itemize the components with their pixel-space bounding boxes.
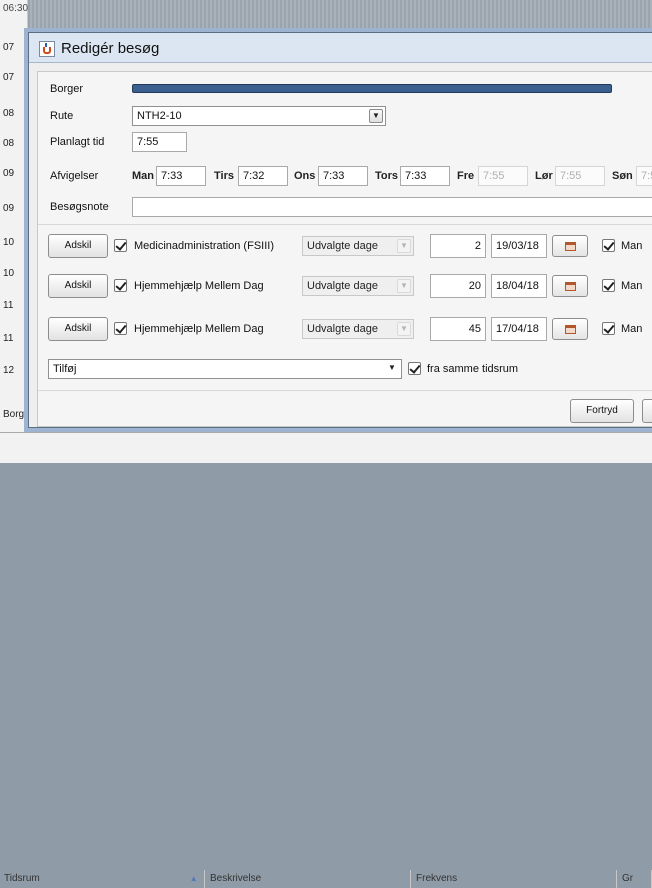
count-input[interactable]: 45 bbox=[430, 317, 486, 341]
day-checkbox-label: Man bbox=[621, 323, 643, 335]
time-label: 09 bbox=[3, 203, 15, 214]
task-name: Medicinadministration (FSIII) bbox=[134, 240, 274, 252]
time-label: 07 bbox=[3, 72, 15, 83]
background-table-header: Tidsrum ▲ Beskrivelse Frekvens Gr bbox=[0, 432, 652, 888]
besogsnote-input[interactable] bbox=[132, 197, 652, 217]
borger-label: Borger bbox=[50, 83, 84, 95]
separator bbox=[38, 224, 652, 225]
frequency-combo[interactable]: Udvalgte dage ▼ bbox=[302, 236, 414, 256]
dialog-title-bar[interactable]: Redigér besøg bbox=[29, 33, 652, 63]
rute-combo[interactable]: NTH2-10 ▼ bbox=[132, 106, 386, 126]
calendar-button[interactable] bbox=[552, 235, 588, 257]
deviation-input-lor[interactable]: 7:55 bbox=[555, 166, 605, 186]
day-label-ons: Ons bbox=[294, 170, 316, 182]
day-label-man: Man bbox=[132, 170, 154, 182]
besogsnote-label: Besøgsnote bbox=[50, 201, 109, 213]
day-label-tirs: Tirs bbox=[214, 170, 234, 182]
calendar-icon bbox=[565, 325, 576, 334]
date-input[interactable]: 19/03/18 bbox=[491, 234, 547, 258]
time-label: 12 bbox=[3, 365, 15, 376]
day-checkbox-label: Man bbox=[621, 280, 643, 292]
count-input[interactable]: 2 bbox=[430, 234, 486, 258]
sort-ascending-icon: ▲ bbox=[189, 874, 198, 883]
count-input[interactable]: 20 bbox=[430, 274, 486, 298]
column-header-beskrivelse[interactable]: Beskrivelse bbox=[206, 870, 411, 888]
day-label-fre: Fre bbox=[457, 170, 475, 182]
deviation-input-fre[interactable]: 7:55 bbox=[478, 166, 528, 186]
deviation-input-man[interactable]: 7:33 bbox=[156, 166, 206, 186]
ok-button-partial[interactable] bbox=[642, 399, 652, 423]
calendar-button[interactable] bbox=[552, 275, 588, 297]
time-label: 08 bbox=[3, 108, 15, 119]
column-header-label: Tidsrum bbox=[4, 873, 40, 884]
same-timespan-label: fra samme tidsrum bbox=[427, 363, 519, 375]
column-header-tidsrum[interactable]: Tidsrum ▲ bbox=[0, 870, 205, 888]
planlagt-tid-label: Planlagt tid bbox=[50, 136, 105, 148]
date-input[interactable]: 17/04/18 bbox=[491, 317, 547, 341]
time-label: 11 bbox=[3, 333, 14, 344]
time-label: 09 bbox=[3, 168, 15, 179]
chevron-down-icon: ▼ bbox=[397, 239, 411, 253]
time-label: 11 bbox=[3, 300, 14, 311]
edit-visit-dialog: Redigér besøg Borger Rute NTH2-10 ▼ Plan… bbox=[28, 32, 652, 428]
day-label-tors: Tors bbox=[375, 170, 399, 182]
same-timespan-checkbox[interactable] bbox=[408, 362, 421, 375]
frequency-combo[interactable]: Udvalgte dage ▼ bbox=[302, 319, 414, 339]
column-header-frekvens[interactable]: Frekvens bbox=[412, 870, 617, 888]
adskil-button[interactable]: Adskil bbox=[48, 317, 108, 341]
dialog-content: Borger Rute NTH2-10 ▼ Planlagt tid 7:55 … bbox=[37, 71, 652, 427]
date-input[interactable]: 18/04/18 bbox=[491, 274, 547, 298]
time-label: 10 bbox=[3, 268, 15, 279]
background-header bbox=[0, 0, 652, 30]
add-task-combo[interactable]: Tilføj ▼ bbox=[48, 359, 402, 379]
add-task-value: Tilføj bbox=[53, 363, 77, 375]
deviation-input-ons[interactable]: 7:33 bbox=[318, 166, 368, 186]
java-icon bbox=[39, 41, 55, 57]
calendar-icon bbox=[565, 282, 576, 291]
borger-field-redacted[interactable] bbox=[132, 84, 612, 93]
borger-field-extension bbox=[616, 80, 652, 98]
dialog-title: Redigér besøg bbox=[61, 40, 160, 57]
task-name: Hjemmehjælp Mellem Dag bbox=[134, 323, 264, 335]
frequency-combo[interactable]: Udvalgte dage ▼ bbox=[302, 276, 414, 296]
day-checkbox[interactable] bbox=[602, 239, 615, 252]
day-checkbox[interactable] bbox=[602, 279, 615, 292]
rute-label: Rute bbox=[50, 110, 74, 122]
separator bbox=[38, 390, 652, 391]
day-label-lor: Lør bbox=[535, 170, 553, 182]
column-header-gr[interactable]: Gr bbox=[618, 870, 652, 888]
frequency-value: Udvalgte dage bbox=[307, 323, 378, 335]
calendar-icon bbox=[565, 242, 576, 251]
day-label-son: Søn bbox=[612, 170, 633, 182]
deviation-input-tirs[interactable]: 7:32 bbox=[238, 166, 288, 186]
time-label: 07 bbox=[3, 42, 15, 53]
time-label: 08 bbox=[3, 138, 15, 149]
planlagt-tid-input[interactable]: 7:55 bbox=[132, 132, 187, 152]
deviation-input-son[interactable]: 7:5 bbox=[636, 166, 652, 186]
task-checkbox[interactable] bbox=[114, 322, 127, 335]
frequency-value: Udvalgte dage bbox=[307, 240, 378, 252]
cancel-button[interactable]: Fortryd bbox=[570, 399, 634, 423]
calendar-button[interactable] bbox=[552, 318, 588, 340]
deviation-input-tors[interactable]: 7:33 bbox=[400, 166, 450, 186]
background-time-column: 06:30 07 07 08 08 09 09 10 10 11 11 12 B… bbox=[0, 0, 28, 463]
afvigelser-label: Afvigelser bbox=[50, 170, 99, 182]
task-checkbox[interactable] bbox=[114, 239, 127, 252]
chevron-down-icon: ▼ bbox=[369, 109, 383, 123]
adskil-button[interactable]: Adskil bbox=[48, 274, 108, 298]
time-label: Borg bbox=[3, 409, 25, 420]
task-name: Hjemmehjælp Mellem Dag bbox=[134, 280, 264, 292]
day-checkbox[interactable] bbox=[602, 322, 615, 335]
adskil-button[interactable]: Adskil bbox=[48, 234, 108, 258]
chevron-down-icon: ▼ bbox=[397, 322, 411, 336]
task-checkbox[interactable] bbox=[114, 279, 127, 292]
chevron-down-icon: ▼ bbox=[397, 279, 411, 293]
time-label: 06:30 bbox=[3, 3, 29, 14]
rute-combo-value: NTH2-10 bbox=[137, 110, 182, 122]
frequency-value: Udvalgte dage bbox=[307, 280, 378, 292]
time-label: 10 bbox=[3, 237, 15, 248]
chevron-down-icon: ▼ bbox=[388, 363, 396, 372]
day-checkbox-label: Man bbox=[621, 240, 643, 252]
